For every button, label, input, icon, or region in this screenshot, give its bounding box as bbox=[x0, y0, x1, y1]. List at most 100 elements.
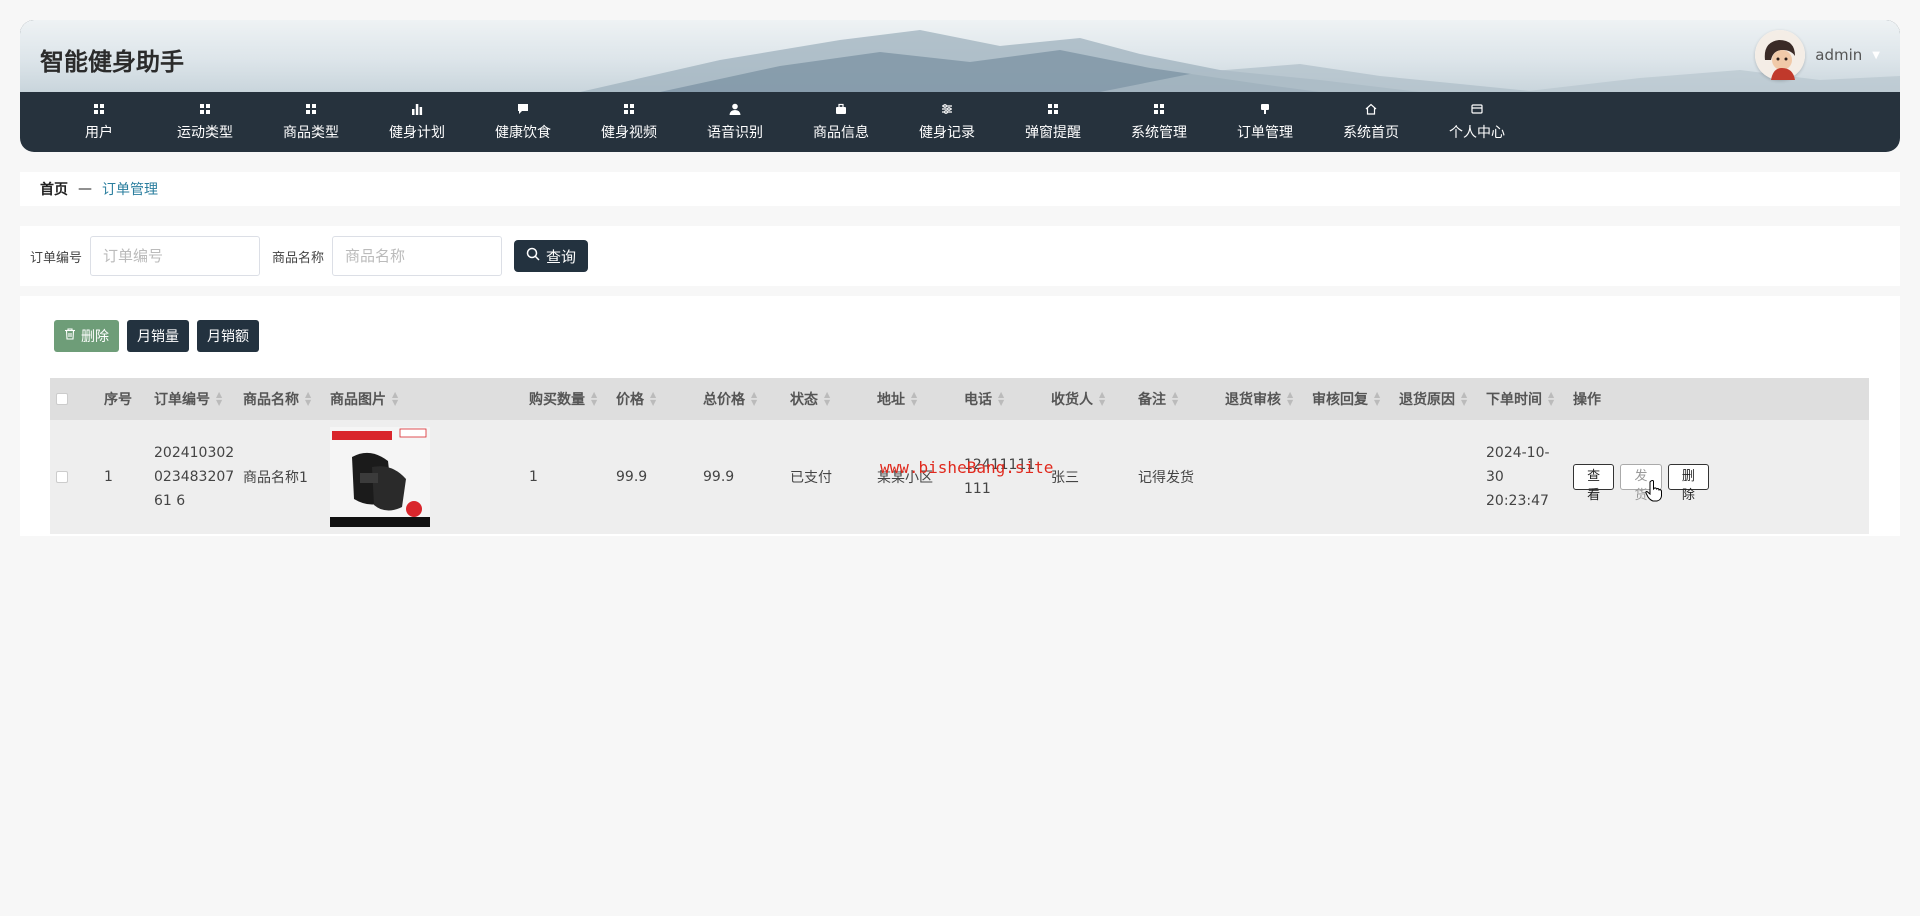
nav-label: 系统首页 bbox=[1343, 125, 1399, 141]
nav-item-system-home[interactable]: 系统首页 bbox=[1318, 92, 1424, 152]
col-order-no[interactable]: 订单编号 ▲ ▼ bbox=[146, 389, 235, 409]
row-delete-button[interactable]: 删除 bbox=[1667, 464, 1709, 503]
nav-item-goods-types[interactable]: 商品类型 bbox=[258, 92, 364, 152]
wallet-icon bbox=[1470, 102, 1484, 116]
top-header: 智能健身助手 admin ▼ 用户 运动类型 商品类型 健身计划 健康饮食 健身… bbox=[20, 20, 1900, 152]
nav-label: 语音识别 bbox=[707, 125, 763, 141]
nav-item-order-management[interactable]: 订单管理 bbox=[1212, 92, 1318, 152]
goods-name-input[interactable] bbox=[332, 236, 503, 276]
search-icon bbox=[526, 247, 540, 265]
nav-item-system-management[interactable]: 系统管理 bbox=[1106, 92, 1212, 152]
view-button[interactable]: 查看 bbox=[1573, 464, 1615, 503]
nav-label: 健身记录 bbox=[919, 125, 975, 141]
sort-icon: ▲ ▼ bbox=[305, 390, 312, 407]
monthly-revenue-button[interactable]: 月销额 bbox=[197, 320, 259, 352]
search-panel: 订单编号 商品名称 查询 bbox=[20, 226, 1900, 286]
goods-image[interactable] bbox=[330, 427, 430, 527]
avatar[interactable] bbox=[1755, 30, 1806, 80]
watermark-text: www.bisheBang.site bbox=[880, 458, 1054, 477]
order-no-label: 订单编号 bbox=[30, 250, 83, 266]
col-status[interactable]: 状态 ▲ ▼ bbox=[782, 389, 869, 409]
sort-icon: ▲ ▼ bbox=[591, 390, 598, 407]
nav-item-users[interactable]: 用户 bbox=[46, 92, 152, 152]
nav-label: 商品类型 bbox=[283, 125, 339, 141]
trash-icon bbox=[64, 328, 76, 344]
batch-delete-button[interactable]: 删除 bbox=[54, 320, 119, 352]
cell-order-time: 2024-10-30 20:23:47 bbox=[1478, 441, 1565, 513]
sort-icon: ▲ ▼ bbox=[650, 390, 657, 407]
cell-total: 99.9 bbox=[703, 469, 735, 485]
sort-icon: ▲ ▼ bbox=[1461, 390, 1468, 407]
cell-index: 1 bbox=[104, 469, 113, 485]
nav-item-voice-recognition[interactable]: 语音识别 bbox=[682, 92, 788, 152]
sort-icon: ▲ ▼ bbox=[824, 390, 831, 407]
toolbar: 删除 月销量 月销额 bbox=[54, 320, 259, 352]
grid-icon bbox=[1046, 102, 1060, 116]
cell-actions: 查看 发货 删除 bbox=[1565, 464, 1715, 503]
nav-label: 用户 bbox=[85, 125, 113, 141]
breadcrumb-current: 订单管理 bbox=[102, 182, 158, 198]
col-total[interactable]: 总价格 ▲ ▼ bbox=[695, 389, 782, 409]
col-quantity[interactable]: 购买数量 ▲ ▼ bbox=[521, 389, 608, 409]
col-goods-name[interactable]: 商品名称 ▲ ▼ bbox=[235, 389, 322, 409]
order-date: 2024-10-30 bbox=[1486, 445, 1550, 485]
col-review-reply[interactable]: 审核回复 ▲ ▼ bbox=[1304, 389, 1391, 409]
sort-icon: ▲ ▼ bbox=[911, 390, 918, 407]
cell-order-no: 20241030202348320761 6 bbox=[154, 445, 235, 509]
col-remark[interactable]: 备注 ▲ ▼ bbox=[1130, 389, 1217, 409]
nav-label: 系统管理 bbox=[1131, 125, 1187, 141]
nav-item-popup-reminder[interactable]: 弹窗提醒 bbox=[1000, 92, 1106, 152]
col-order-time[interactable]: 下单时间 ▲ ▼ bbox=[1478, 389, 1565, 409]
col-return-review[interactable]: 退货审核 ▲ ▼ bbox=[1217, 389, 1304, 409]
sort-icon: ▲ ▼ bbox=[216, 390, 223, 407]
sort-icon: ▲ ▼ bbox=[1548, 390, 1555, 407]
order-no-input[interactable] bbox=[90, 236, 261, 276]
col-receiver[interactable]: 收货人 ▲ ▼ bbox=[1043, 389, 1130, 409]
grid-icon bbox=[304, 102, 318, 116]
col-return-reason[interactable]: 退货原因 ▲ ▼ bbox=[1391, 389, 1478, 409]
comment-icon bbox=[516, 102, 530, 116]
batch-delete-label: 删除 bbox=[81, 329, 109, 345]
nav-item-healthy-diet[interactable]: 健康饮食 bbox=[470, 92, 576, 152]
col-phone[interactable]: 电话 ▲ ▼ bbox=[956, 389, 1043, 409]
chevron-down-icon[interactable]: ▼ bbox=[1872, 50, 1880, 61]
breadcrumb-home[interactable]: 首页 bbox=[40, 179, 68, 199]
sort-icon: ▲ ▼ bbox=[1172, 390, 1179, 407]
monthly-sales-button[interactable]: 月销量 bbox=[127, 320, 189, 352]
col-goods-image[interactable]: 商品图片 ▲ ▼ bbox=[322, 389, 521, 409]
nav-item-fitness-video[interactable]: 健身视频 bbox=[576, 92, 682, 152]
nav-item-exercise-types[interactable]: 运动类型 bbox=[152, 92, 258, 152]
sort-icon: ▲ ▼ bbox=[998, 390, 1005, 407]
nav-label: 弹窗提醒 bbox=[1025, 125, 1081, 141]
cell-receiver: 张三 bbox=[1051, 470, 1079, 486]
username[interactable]: admin bbox=[1815, 46, 1862, 64]
nav-item-goods-info[interactable]: 商品信息 bbox=[788, 92, 894, 152]
orders-table: 序号 订单编号 ▲ ▼ 商品名称 ▲ ▼ 商品图片 ▲ ▼ 购买数量 ▲ ▼ 价格 ▲ ▼ 总价格 ▲… bbox=[50, 378, 1869, 534]
nav-item-personal-center[interactable]: 个人中心 bbox=[1424, 92, 1530, 152]
col-price[interactable]: 价格 ▲ ▼ bbox=[608, 389, 695, 409]
sort-icon: ▲ ▼ bbox=[751, 390, 758, 407]
order-time: 20:23:47 bbox=[1486, 493, 1549, 509]
search-button[interactable]: 查询 bbox=[514, 240, 589, 272]
nav-item-fitness-record[interactable]: 健身记录 bbox=[894, 92, 1000, 152]
hand-cursor-icon bbox=[1645, 480, 1663, 506]
row-checkbox[interactable] bbox=[50, 471, 96, 483]
table-header: 序号 订单编号 ▲ ▼ 商品名称 ▲ ▼ 商品图片 ▲ ▼ 购买数量 ▲ ▼ 价格 ▲ ▼ 总价格 ▲… bbox=[50, 378, 1869, 420]
home-icon bbox=[1364, 102, 1378, 116]
user-menu[interactable]: admin ▼ bbox=[1755, 30, 1880, 80]
main-panel: 删除 月销量 月销额 序号 订单编号 ▲ ▼ 商品名称 ▲ ▼ 商品图片 ▲ ▼ 购买数量 ▲… bbox=[20, 296, 1900, 536]
col-index: 序号 bbox=[104, 392, 132, 408]
table-row: 1 20241030202348320761 6 商品名称1 1 99.9 99… bbox=[50, 420, 1869, 534]
select-all-checkbox[interactable] bbox=[50, 393, 96, 405]
nav-label: 订单管理 bbox=[1237, 125, 1293, 141]
nav-label: 运动类型 bbox=[177, 125, 233, 141]
cell-price: 99.9 bbox=[616, 469, 648, 485]
nav-item-fitness-plan[interactable]: 健身计划 bbox=[364, 92, 470, 152]
grid-icon bbox=[92, 102, 106, 116]
mountain-illustration bbox=[580, 30, 1900, 92]
nav-label: 商品信息 bbox=[813, 125, 869, 141]
grid-icon bbox=[622, 102, 636, 116]
col-address[interactable]: 地址 ▲ ▼ bbox=[869, 389, 956, 409]
sort-icon: ▲ ▼ bbox=[392, 390, 399, 407]
cell-remark: 记得发货 bbox=[1138, 470, 1194, 486]
